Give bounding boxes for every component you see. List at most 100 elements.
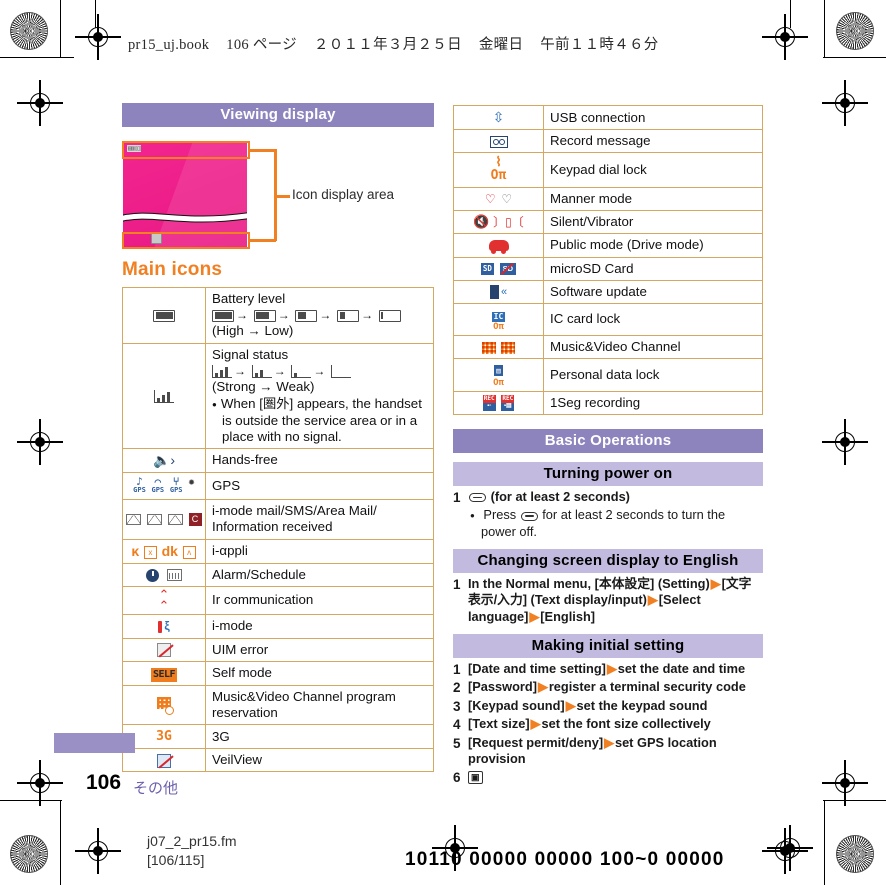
3g-glyph: 3G: [156, 729, 172, 745]
arrow-icon: ▶: [537, 679, 548, 695]
table-row: Music&Video Channel program reservation: [122, 684, 434, 726]
row-title-2: reservation: [212, 705, 278, 721]
software-update-cell: Software update: [543, 279, 763, 304]
manner-mode-glyph-off: ♡: [501, 191, 513, 206]
crop-line-bottomright-v: [824, 800, 826, 885]
registration-target-top-left: [75, 14, 121, 60]
manner-mode-cell: Manner mode: [543, 186, 763, 211]
software-update-icon: «: [453, 279, 544, 304]
manner-mode-glyph-on: ♡: [484, 191, 496, 206]
step-part: In the Normal menu, [本体設定] (Setting): [468, 575, 710, 591]
ir-communication-icon: ⌃ ⌃: [122, 586, 206, 615]
i-mode-cell: i-mode: [205, 613, 434, 639]
table-row: 🔈› Hands-free: [122, 447, 434, 474]
step-body: [Password]▶register a terminal security …: [468, 679, 763, 696]
step-part: [Keypad sound]: [468, 697, 565, 713]
step-body: In the Normal menu, [本体設定] (Setting)▶[文字…: [468, 576, 763, 626]
sd-card-glyph: SD: [480, 263, 494, 275]
step-item: 1 (for at least 2 seconds): [453, 489, 763, 507]
step-part: set the font size collectively: [541, 716, 711, 732]
public-mode-cell: Public mode (Drive mode): [543, 233, 763, 258]
step-item: 4 [Text size]▶set the font size collecti…: [453, 716, 763, 734]
table-row: Music&Video Channel: [453, 335, 763, 360]
section-heading-changing-language: Changing screen display to English: [453, 548, 763, 573]
i-appli-glyph-2: x: [143, 545, 157, 559]
keypad-dial-lock-icon: ⌇ Oπ: [453, 152, 544, 188]
table-row: ▤ Oπ Personal data lock: [453, 358, 763, 392]
i-appli-glyph-3: dk: [161, 542, 178, 559]
ic-lock-key-glyph: Oπ: [493, 322, 504, 333]
step-number: 3: [453, 698, 461, 714]
usb-glyph: ⇳: [492, 109, 505, 125]
registration-target-left-lower: [17, 760, 63, 806]
personal-lock-key-glyph: Oπ: [493, 377, 504, 388]
crop-line-inner-top-right: [790, 0, 792, 28]
personal-data-glyph: ▤: [494, 365, 503, 377]
header-page: 106 ページ: [226, 37, 297, 53]
step-part: register a terminal security code: [548, 679, 746, 695]
step-item: 1 [Date and time setting]▶set the date a…: [453, 661, 763, 679]
arrow-icon: ▶: [606, 660, 617, 676]
step-note: Press for at least 2 seconds to turn the…: [453, 507, 763, 540]
hands-free-cell: Hands-free: [205, 447, 434, 474]
crop-line-top-v: [60, 0, 62, 58]
step-part: [Request permit/deny]: [468, 734, 604, 750]
i-appli-cell: i-αppli: [205, 538, 434, 564]
step-number: 4: [453, 717, 461, 733]
step-note-after: for at least 2 seconds to turn the power…: [481, 507, 726, 540]
crop-line-topright-v: [824, 0, 826, 58]
music-video-channel-icon: [453, 335, 544, 360]
personal-data-lock-icon: ▤ Oπ: [453, 358, 544, 392]
step-part: set the date and time: [617, 660, 746, 676]
step-part: [Date and time setting]: [468, 660, 606, 676]
crop-line-top-h: [0, 57, 62, 59]
music-video-reservation-icon: [122, 684, 206, 726]
self-mode-cell: Self mode: [205, 660, 434, 686]
gps-glyph-2: ⌒ GPS: [151, 475, 165, 495]
table-row: ♡ ♡ Manner mode: [453, 186, 763, 211]
steps-changing-language: 1 In the Normal menu, [本体設定] (Setting)▶[…: [453, 576, 763, 626]
arrow-icon: ▶: [710, 575, 721, 591]
arrow-icon: ▶: [529, 608, 540, 624]
1seg-rec-glyph-2: REC ▪▤: [501, 395, 515, 411]
table-row: Battery level → → → → (High → Low): [122, 287, 434, 344]
subheading-main-icons: Main icons: [122, 259, 223, 280]
table-row: Record message: [453, 129, 763, 154]
power-key-icon-inline: [520, 511, 538, 521]
step-number: 1: [453, 661, 461, 677]
status-icons-table: ⇳ USB connection Record message ⌇ Oπ Keyp…: [453, 104, 763, 415]
mail-received-cell: i-mode mail/SMS/Area Mail/ Information r…: [205, 499, 434, 540]
registration-target-top-right: [762, 14, 808, 60]
signal-note: When [圏外] appears, the handset is outsid…: [212, 396, 428, 445]
callout-line-top: [250, 149, 276, 152]
step-text: (for at least 2 seconds): [490, 488, 630, 504]
step-part: [English]: [540, 608, 596, 624]
keypad-lock-glyph: ⌇ Oπ: [490, 155, 507, 184]
silent-glyph: 🔇: [473, 214, 490, 230]
3g-cell: 3G: [205, 724, 434, 750]
table-row: UIM error: [122, 637, 434, 662]
step-body: [Date and time setting]▶set the date and…: [468, 661, 763, 678]
battery-sequence: → → → →: [212, 307, 428, 323]
callout-line-label: [274, 195, 290, 198]
callout-line-bottom: [250, 239, 276, 242]
ic-card-lock-cell: IC card lock: [543, 302, 763, 337]
table-row: C i-mode mail/SMS/Area Mail/ Information…: [122, 499, 434, 540]
mv-channel-glyph-1: [481, 341, 496, 354]
print-header-line: pr15_uj.book 106 ページ ２０１１年３月２５日 金曜日 午前１１…: [128, 33, 672, 54]
table-row: Signal status → → → (Strong → Weak) When…: [122, 342, 434, 449]
step-item: 3 [Keypad sound]▶set the keypad sound: [453, 698, 763, 716]
header-weekday: 金曜日: [478, 37, 524, 53]
silent-vibrator-icon: 🔇 〕▯〔: [453, 209, 544, 235]
row-title: Signal status: [212, 346, 289, 362]
microsd-card-cell: microSD Card: [543, 256, 763, 281]
table-row: 🔇 〕▯〔 Silent/Vibrator: [453, 209, 763, 235]
speaker-glyph: 🔈›: [152, 451, 176, 468]
header-time: 午前１１時４６分: [540, 37, 659, 53]
car-glyph: [488, 240, 509, 254]
mail-received-icon: C: [122, 499, 206, 540]
signal-status-icon: [122, 342, 206, 449]
battery-level-icon: [122, 287, 206, 344]
header-filename: pr15_uj.book: [128, 37, 210, 53]
uim-error-icon: [122, 637, 206, 662]
